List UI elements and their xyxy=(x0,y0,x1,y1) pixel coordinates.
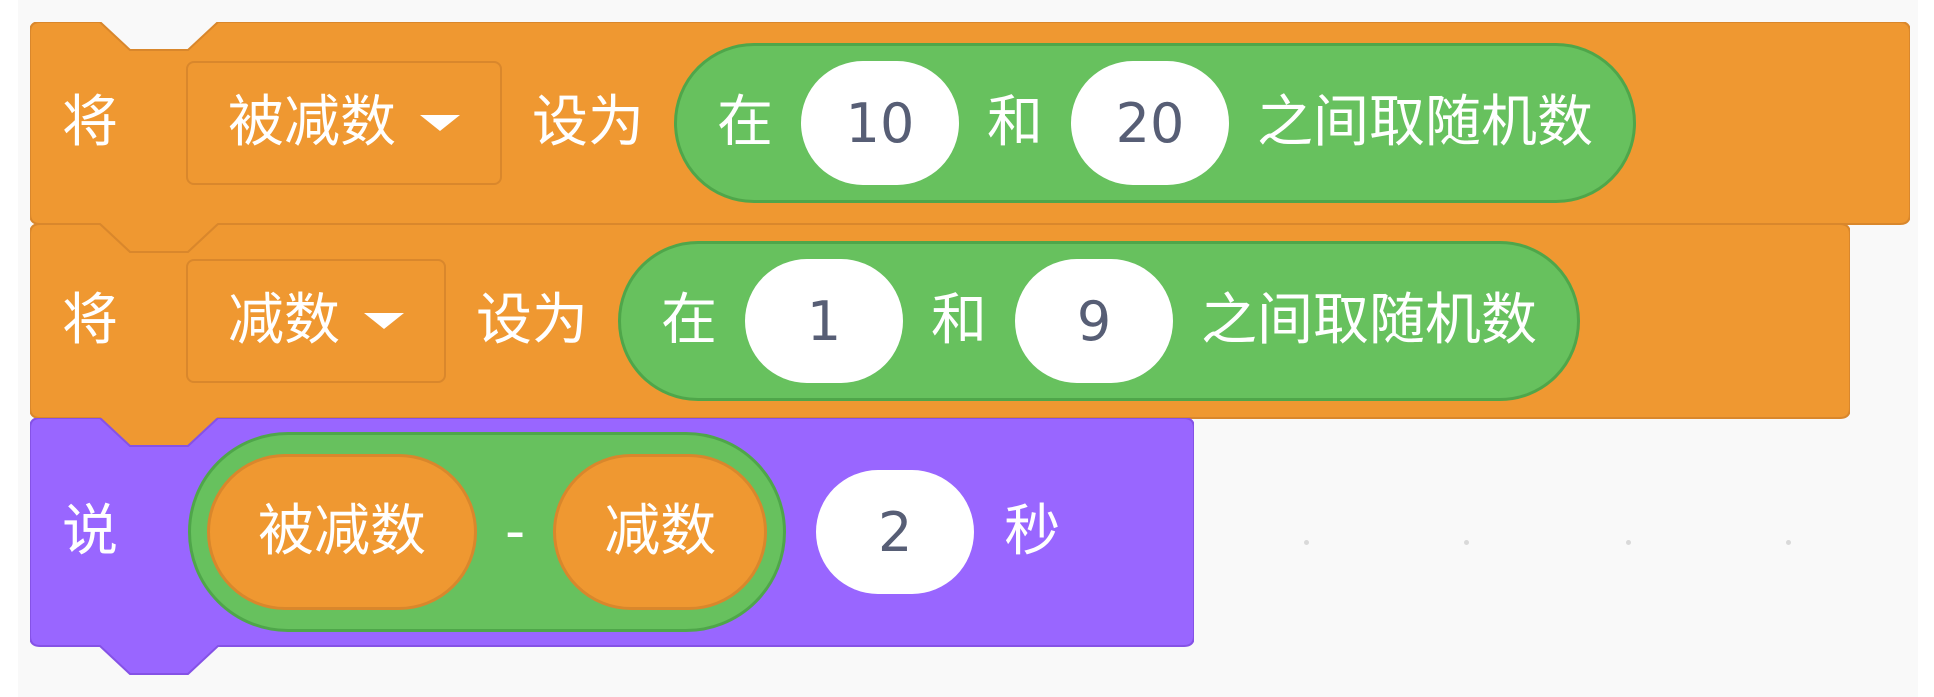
random-suffix-label: 之间取随机数 xyxy=(1201,288,1537,353)
seconds-unit-label: 秒 xyxy=(1004,499,1061,564)
variable-name: 被减数 xyxy=(228,90,396,155)
grid-dot xyxy=(1626,540,1631,545)
random-pick-label: 在 xyxy=(661,288,717,353)
seconds-input[interactable]: 2 xyxy=(816,470,975,594)
grid-dot xyxy=(1304,540,1309,545)
random-from-input[interactable]: 1 xyxy=(745,259,903,383)
variable-dropdown[interactable]: 减数 xyxy=(186,259,446,383)
variable-name: 减数 xyxy=(604,499,717,564)
random-and-label: 和 xyxy=(987,90,1043,155)
chevron-down-icon xyxy=(364,313,404,329)
random-to-input[interactable]: 20 xyxy=(1071,61,1229,185)
random-from-input[interactable]: 10 xyxy=(801,61,959,185)
variable-reporter-minuend[interactable]: 被减数 xyxy=(207,454,477,610)
random-suffix-label: 之间取随机数 xyxy=(1257,90,1593,155)
set-label: 将 xyxy=(62,90,118,155)
set-label: 将 xyxy=(62,288,118,353)
subtract-operator-reporter[interactable]: 被减数 - 减数 xyxy=(188,432,787,632)
grid-dot xyxy=(1464,540,1469,545)
random-pick-label: 在 xyxy=(717,90,773,155)
variable-reporter-subtrahend[interactable]: 减数 xyxy=(553,454,768,610)
set-variable-block-2[interactable]: 将 减数 设为 在 1 和 9 之间取随机数 xyxy=(30,224,1850,447)
say-for-secs-block[interactable]: 说 被减数 - 减数 2 秒 xyxy=(30,418,1194,675)
random-and-label: 和 xyxy=(931,288,987,353)
random-number-reporter[interactable]: 在 10 和 20 之间取随机数 xyxy=(674,43,1636,203)
set-to-label: 设为 xyxy=(532,90,644,155)
random-number-reporter[interactable]: 在 1 和 9 之间取随机数 xyxy=(618,241,1580,401)
variable-dropdown[interactable]: 被减数 xyxy=(186,61,502,185)
variable-name: 被减数 xyxy=(258,499,426,564)
grid-dot xyxy=(1786,540,1791,545)
variable-name: 减数 xyxy=(228,288,340,353)
set-variable-block-1[interactable]: 将 被减数 设为 在 10 和 20 之间取随机数 xyxy=(30,22,1910,253)
say-label: 说 xyxy=(62,499,118,564)
minus-symbol: - xyxy=(505,499,526,564)
chevron-down-icon xyxy=(420,115,460,131)
random-to-input[interactable]: 9 xyxy=(1015,259,1173,383)
set-to-label: 设为 xyxy=(476,288,588,353)
